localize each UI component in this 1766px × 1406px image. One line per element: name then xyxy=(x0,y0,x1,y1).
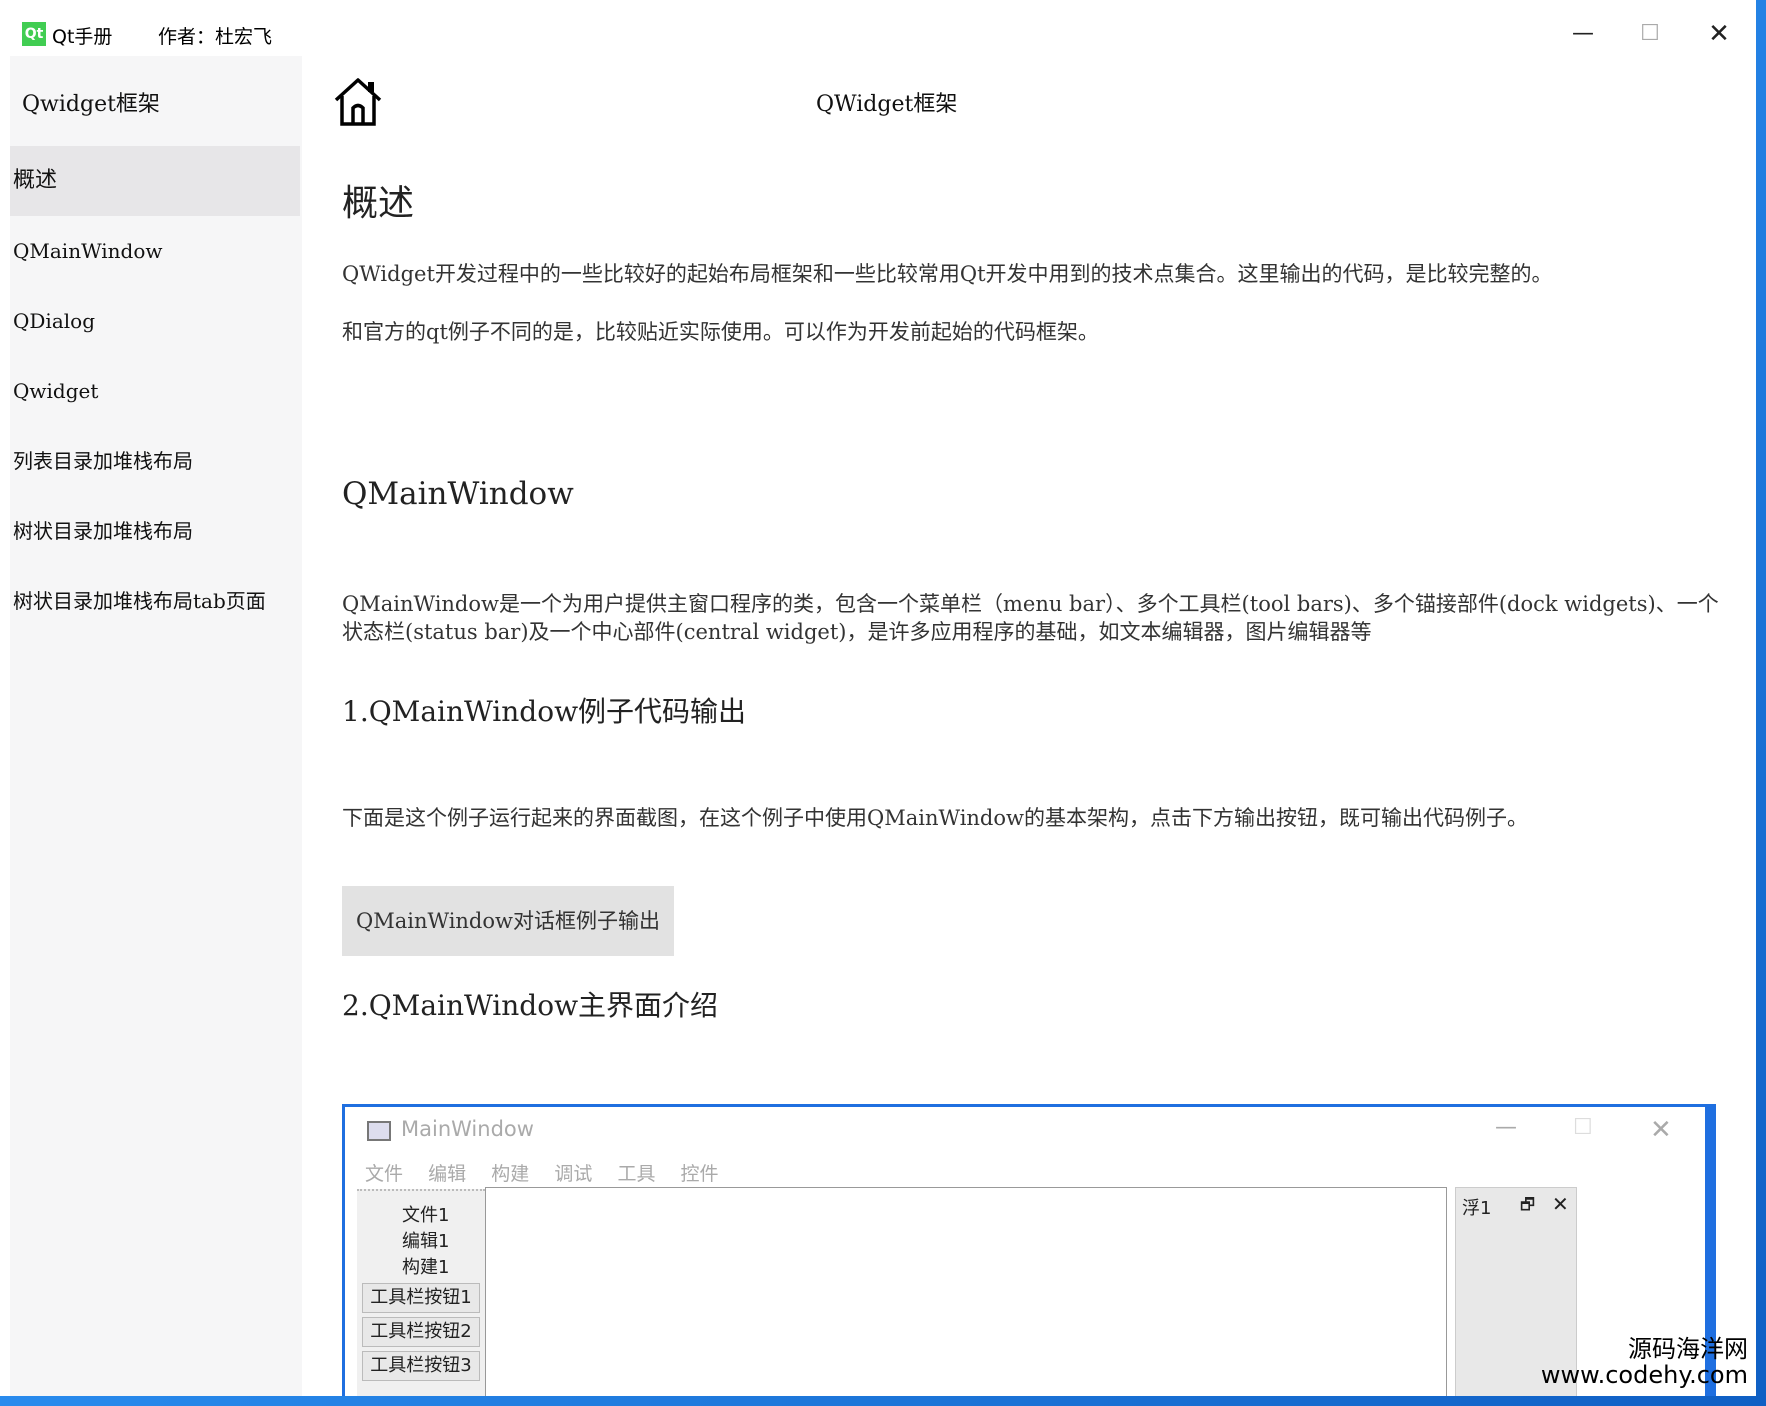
sidebar-title: Qwidget框架 xyxy=(22,92,160,117)
menu-controls: 控件 xyxy=(680,1163,719,1185)
dock-close-icon: ✕ xyxy=(1552,1192,1569,1216)
watermark: 源码海洋网 www.codehy.com xyxy=(1541,1336,1748,1388)
close-button[interactable]: ✕ xyxy=(1696,14,1742,54)
mainwindow-maximize-icon: ☐ xyxy=(1573,1115,1593,1140)
sidebar-item-qwidget[interactable]: Qwidget xyxy=(10,356,300,426)
section-1-heading: 1.QMainWindow例子代码输出 xyxy=(342,695,747,728)
mainwindow-minimize-icon: — xyxy=(1495,1115,1517,1140)
mainwindow-central-widget xyxy=(485,1187,1447,1396)
toolbar-label-edit: 编辑1 xyxy=(402,1231,450,1252)
qmainwindow-heading: QMainWindow xyxy=(342,476,574,512)
menu-build: 构建 xyxy=(491,1163,530,1185)
watermark-name: 源码海洋网 xyxy=(1628,1335,1748,1363)
sidebar-nav: 概述 QMainWindow QDialog Qwidget 列表目录加堆栈布局… xyxy=(10,146,300,636)
mainwindow-screenshot: MainWindow — ☐ ✕ 文件 编辑 构建 调试 工具 控件 文件1 编… xyxy=(342,1104,1716,1396)
sidebar-item-qmainwindow[interactable]: QMainWindow xyxy=(10,216,300,286)
sidebar-item-overview[interactable]: 概述 xyxy=(10,146,300,216)
sidebar-item-tree-stack-tab[interactable]: 树状目录加堆栈布局tab页面 xyxy=(10,566,300,636)
mainwindow-toolbar: 文件1 编辑1 构建1 工具栏按钮1 工具栏按钮2 工具栏按钮3 xyxy=(357,1189,485,1396)
app-title: Qt手册 xyxy=(52,26,113,48)
mainwindow-close-icon: ✕ xyxy=(1650,1115,1672,1145)
mainwindow-menubar: 文件 编辑 构建 调试 工具 控件 xyxy=(365,1159,739,1186)
toolbar-button-1: 工具栏按钮1 xyxy=(362,1283,480,1313)
menu-tools: 工具 xyxy=(617,1163,656,1185)
dock-title: 浮1 xyxy=(1462,1198,1492,1219)
overview-paragraph-1: QWidget开发过程中的一些比较好的起始布局框架和一些比较常用Qt开发中用到的… xyxy=(342,262,1553,286)
qmainwindow-description: QMainWindow是一个为用户提供主窗口程序的类，包含一个菜单栏（menu … xyxy=(342,592,1719,644)
maximize-button[interactable]: ☐ xyxy=(1627,14,1673,54)
sidebar: Qwidget框架 概述 QMainWindow QDialog Qwidget… xyxy=(10,56,302,1396)
content-panel: QWidget框架 概述 QWidget开发过程中的一些比较好的起始布局框架和一… xyxy=(302,56,1756,1396)
section-2-heading: 2.QMainWindow主界面介绍 xyxy=(342,989,719,1022)
dock-float-icon: 🗗 xyxy=(1520,1195,1536,1214)
main-window: Qt Qt手册 作者：杜宏飞 — ☐ ✕ Qwidget框架 概述 QMainW… xyxy=(0,0,1756,1396)
home-icon[interactable] xyxy=(332,76,384,128)
toolbar-button-3: 工具栏按钮3 xyxy=(362,1351,480,1381)
toolbar-label-file: 文件1 xyxy=(402,1205,450,1226)
watermark-url: www.codehy.com xyxy=(1540,1361,1748,1389)
minimize-button[interactable]: — xyxy=(1560,14,1606,54)
page-title: QWidget框架 xyxy=(816,92,958,117)
sidebar-item-tree-stack[interactable]: 树状目录加堆栈布局 xyxy=(10,496,300,566)
mainwindow-app-icon xyxy=(367,1121,391,1141)
mainwindow-title: MainWindow xyxy=(401,1117,534,1141)
menu-debug: 调试 xyxy=(554,1163,593,1185)
author-label: 作者：杜宏飞 xyxy=(158,26,273,48)
toolbar-button-2: 工具栏按钮2 xyxy=(362,1317,480,1347)
output-example-button[interactable]: QMainWindow对话框例子输出 xyxy=(342,886,674,956)
sidebar-item-qdialog[interactable]: QDialog xyxy=(10,286,300,356)
toolbar-label-build: 构建1 xyxy=(402,1257,450,1278)
menu-edit: 编辑 xyxy=(428,1163,467,1185)
qt-logo-icon: Qt xyxy=(22,22,46,46)
overview-heading: 概述 xyxy=(342,183,415,224)
section-1-description: 下面是这个例子运行起来的界面截图，在这个例子中使用QMainWindow的基本架… xyxy=(342,806,1528,830)
sidebar-item-list-stack[interactable]: 列表目录加堆栈布局 xyxy=(10,426,300,496)
overview-paragraph-2: 和官方的qt例子不同的是，比较贴近实际使用。可以作为开发前起始的代码框架。 xyxy=(342,320,1099,344)
menu-file: 文件 xyxy=(365,1163,404,1185)
